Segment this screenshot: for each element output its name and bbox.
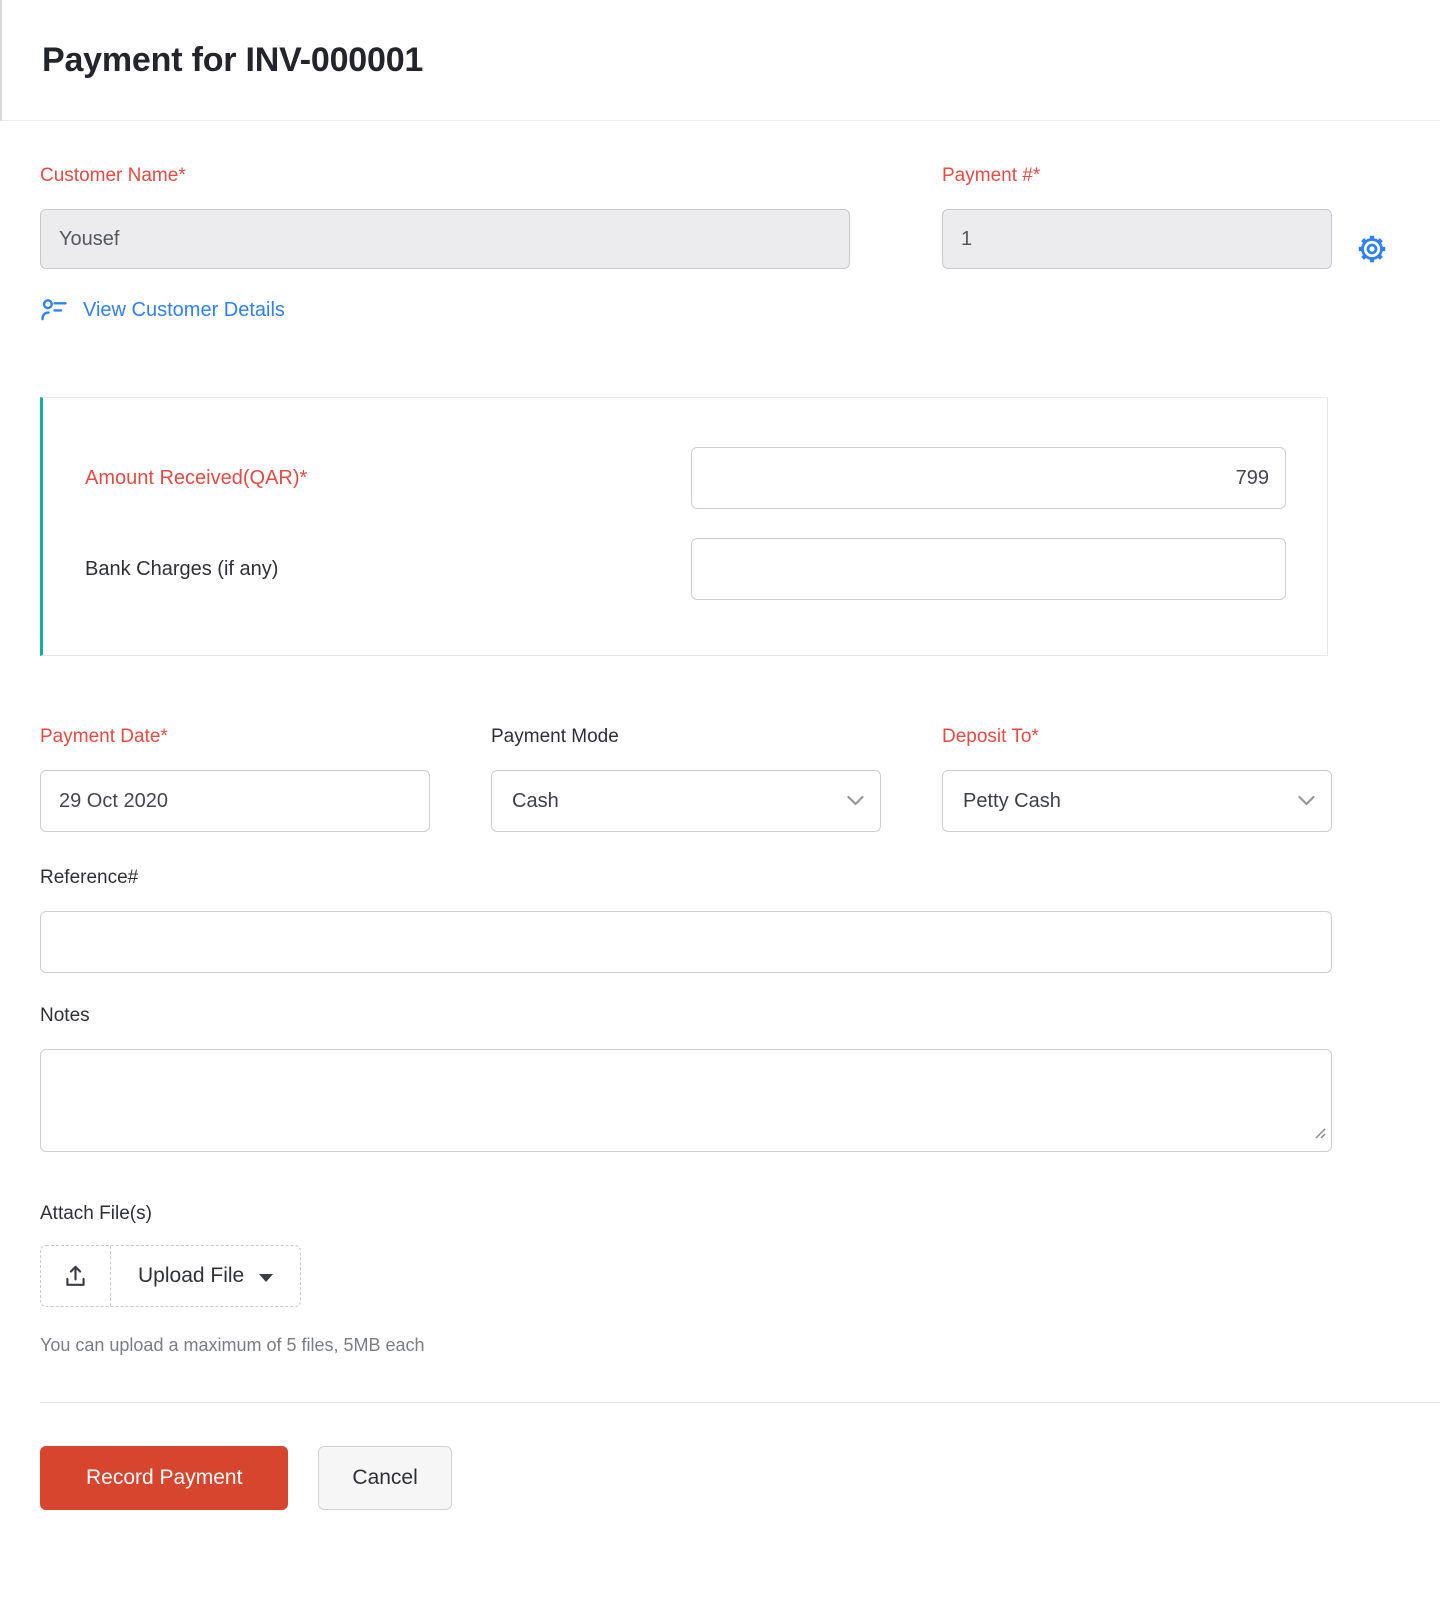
reference-label: Reference# [40,867,139,888]
upload-hint-text: You can upload a maximum of 5 files, 5MB… [40,1335,425,1355]
payment-mode-select[interactable]: Cash [491,770,881,832]
view-customer-details-link[interactable]: View Customer Details [40,297,285,323]
payment-date-input[interactable] [40,770,430,832]
customer-name-label: Customer Name* [40,165,186,186]
gear-icon [1357,234,1387,264]
deposit-to-label: Deposit To* [942,726,1039,747]
payment-number-label: Payment #* [942,165,1041,186]
payment-number-input[interactable] [942,209,1332,269]
reference-input[interactable] [40,911,1332,973]
deposit-to-select[interactable]: Petty Cash [942,770,1332,832]
customer-name-input[interactable] [40,209,850,269]
notes-label: Notes [40,1005,90,1026]
amount-received-label: Amount Received(QAR)* [85,466,308,489]
bank-charges-input[interactable] [691,538,1286,600]
upload-file-button[interactable]: Upload File [40,1245,302,1307]
upload-tray-icon[interactable] [41,1246,111,1306]
record-payment-button[interactable]: Record Payment [40,1446,289,1510]
payment-mode-value: Cash [512,789,559,812]
payment-mode-label: Payment Mode [491,726,619,747]
chevron-down-icon [847,795,864,807]
amount-received-input[interactable] [691,447,1286,509]
notes-textarea[interactable] [40,1049,1332,1152]
amount-panel: Amount Received(QAR)* Bank Charges (if a… [40,397,1328,656]
chevron-down-icon [1298,795,1315,807]
payment-date-label: Payment Date* [40,726,168,747]
caret-down-icon [259,1273,274,1282]
dialog-header: Payment for INV-000001 [0,0,1440,121]
footer-divider [40,1402,1440,1403]
view-customer-details-label: View Customer Details [83,298,285,321]
page-title: Payment for INV-000001 [42,40,424,79]
attach-files-label: Attach File(s) [40,1203,152,1224]
payment-form: Customer Name* Payment #* [0,121,1440,1510]
person-list-icon [40,297,68,323]
upload-file-label: Upload File [138,1264,245,1287]
payment-number-settings-button[interactable] [1356,233,1388,265]
deposit-to-value: Petty Cash [963,789,1061,812]
bank-charges-label: Bank Charges (if any) [85,557,279,580]
cancel-button[interactable]: Cancel [318,1446,452,1510]
